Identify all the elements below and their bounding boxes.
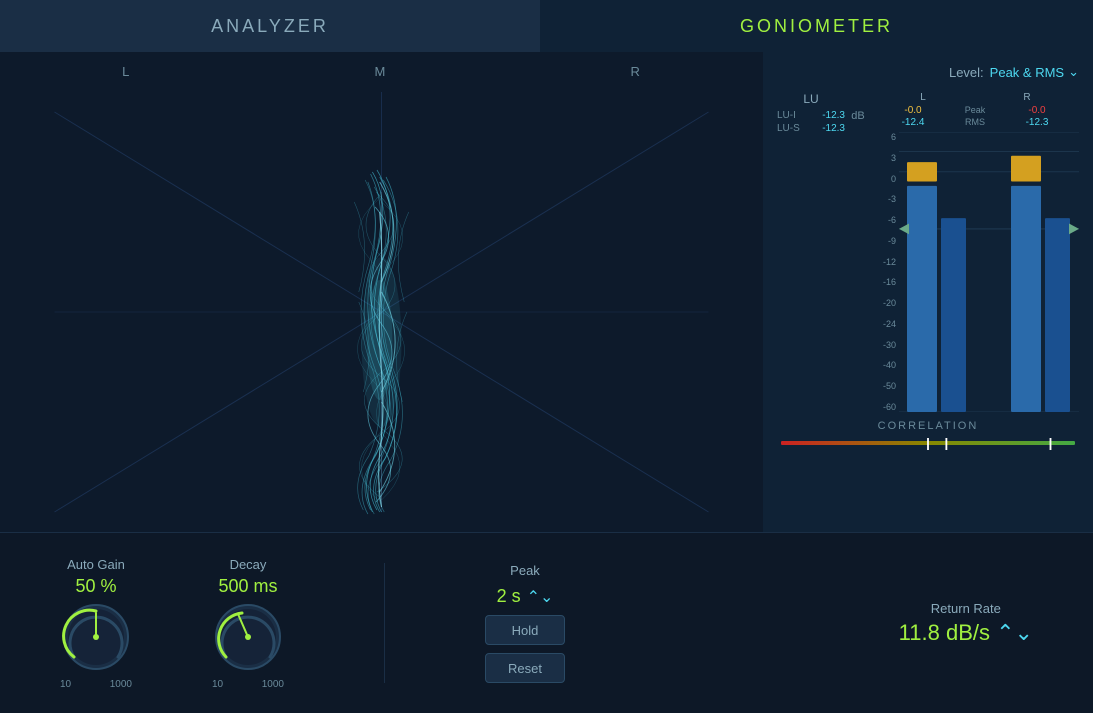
return-rate-stepper[interactable]: ⌃⌄: [996, 620, 1033, 645]
auto-gain-value: 50 %: [75, 576, 116, 597]
peak-text: Peak: [955, 105, 995, 116]
controls-separator: [384, 563, 385, 683]
l-col-header: L: [871, 92, 975, 103]
l-peak-value: -0.0: [871, 105, 955, 116]
lu-i-row: LU-I -12.3: [777, 110, 845, 121]
reset-button[interactable]: Reset: [485, 653, 565, 683]
rms-text: RMS: [955, 117, 995, 128]
hold-button[interactable]: Hold: [485, 615, 565, 645]
meter-display: LU LU-I -12.3 LU-S -12.3 dB L: [777, 92, 1079, 412]
bottom-controls: Auto Gain 50 % 10 1000 Decay 500 ms: [0, 532, 1093, 713]
l-rms-value: -12.4: [871, 117, 955, 128]
return-rate-value: 11.8 dB/s ⌃⌄: [899, 620, 1033, 646]
r-col-header: R: [975, 92, 1079, 103]
goniometer-panel: Level: Peak & RMS ⌄ LU LU-I -12.3 LU-S -…: [763, 52, 1093, 532]
l-header: L: [920, 92, 926, 103]
tab-analyzer[interactable]: ANALYZER: [0, 0, 540, 52]
decay-control: Decay 500 ms 10 1000: [212, 557, 284, 690]
scale-bars: L R -0.0 Peak -0.0 -12.4 RMS -12.3: [871, 92, 1079, 412]
auto-gain-scale: 10 1000: [60, 679, 132, 690]
lu-section: LU LU-I -12.3 LU-S -12.3: [777, 92, 845, 412]
lu-header: LU: [777, 92, 845, 106]
r-header: R: [1023, 92, 1030, 103]
decay-label: Decay: [230, 557, 267, 572]
peak-section: Peak 2 s ⌃⌄ Hold Reset: [485, 563, 565, 683]
lu-i-label: LU-I: [777, 110, 796, 121]
auto-gain-knob[interactable]: [60, 601, 132, 673]
bars-with-scale: 6 3 0 -3 -6 -9 -12 -16 -20 -24 -30 -40 -…: [871, 132, 1079, 412]
auto-gain-label: Auto Gain: [67, 557, 125, 572]
analyzer-panel: L M R: [0, 52, 763, 532]
decay-scale: 10 1000: [212, 679, 284, 690]
level-value[interactable]: Peak & RMS: [990, 65, 1064, 80]
return-rate-section: Return Rate 11.8 dB/s ⌃⌄: [899, 601, 1033, 646]
auto-gain-control: Auto Gain 50 % 10 1000: [60, 557, 132, 690]
peak-rms-labels: L R: [871, 92, 1079, 103]
correlation-section: CORRELATION: [777, 420, 1079, 452]
header: ANALYZER GONIOMETER: [0, 0, 1093, 52]
tab-goniometer[interactable]: GONIOMETER: [540, 0, 1093, 52]
level-selector: Level: Peak & RMS ⌄: [777, 64, 1079, 80]
peak-label: Peak: [510, 563, 540, 578]
lu-i-value: -12.3: [822, 110, 845, 121]
goniometer-signal: [0, 52, 763, 532]
decay-knob[interactable]: [212, 601, 284, 673]
peak-value-row: 2 s ⌃⌄: [497, 586, 554, 607]
decay-value: 500 ms: [218, 576, 277, 597]
db-scale: 6 3 0 -3 -6 -9 -12 -16 -20 -24 -30 -40 -…: [871, 132, 899, 412]
lu-s-value: -12.3: [822, 123, 845, 134]
db-label: dB: [847, 92, 869, 412]
return-rate-label: Return Rate: [931, 601, 1001, 616]
correlation-label: CORRELATION: [777, 420, 1079, 432]
lu-s-label: LU-S: [777, 123, 800, 134]
level-dropdown-icon[interactable]: ⌄: [1068, 64, 1079, 80]
correlation-bar-svg: [781, 436, 1075, 452]
peak-stepper[interactable]: ⌃⌄: [527, 587, 554, 607]
correlation-bar-container: [781, 436, 1075, 452]
lu-s-row: LU-S -12.3: [777, 123, 845, 134]
rms-value-labels: -12.4 RMS -12.3: [871, 117, 1079, 128]
peak-value: 2 s: [497, 586, 521, 607]
main-content: L M R: [0, 52, 1093, 532]
r-rms-value: -12.3: [995, 117, 1079, 128]
meter-bars-svg: [899, 132, 1079, 412]
peak-value-labels: -0.0 Peak -0.0: [871, 105, 1079, 116]
r-peak-value: -0.0: [995, 105, 1079, 116]
level-label: Level:: [949, 65, 984, 80]
